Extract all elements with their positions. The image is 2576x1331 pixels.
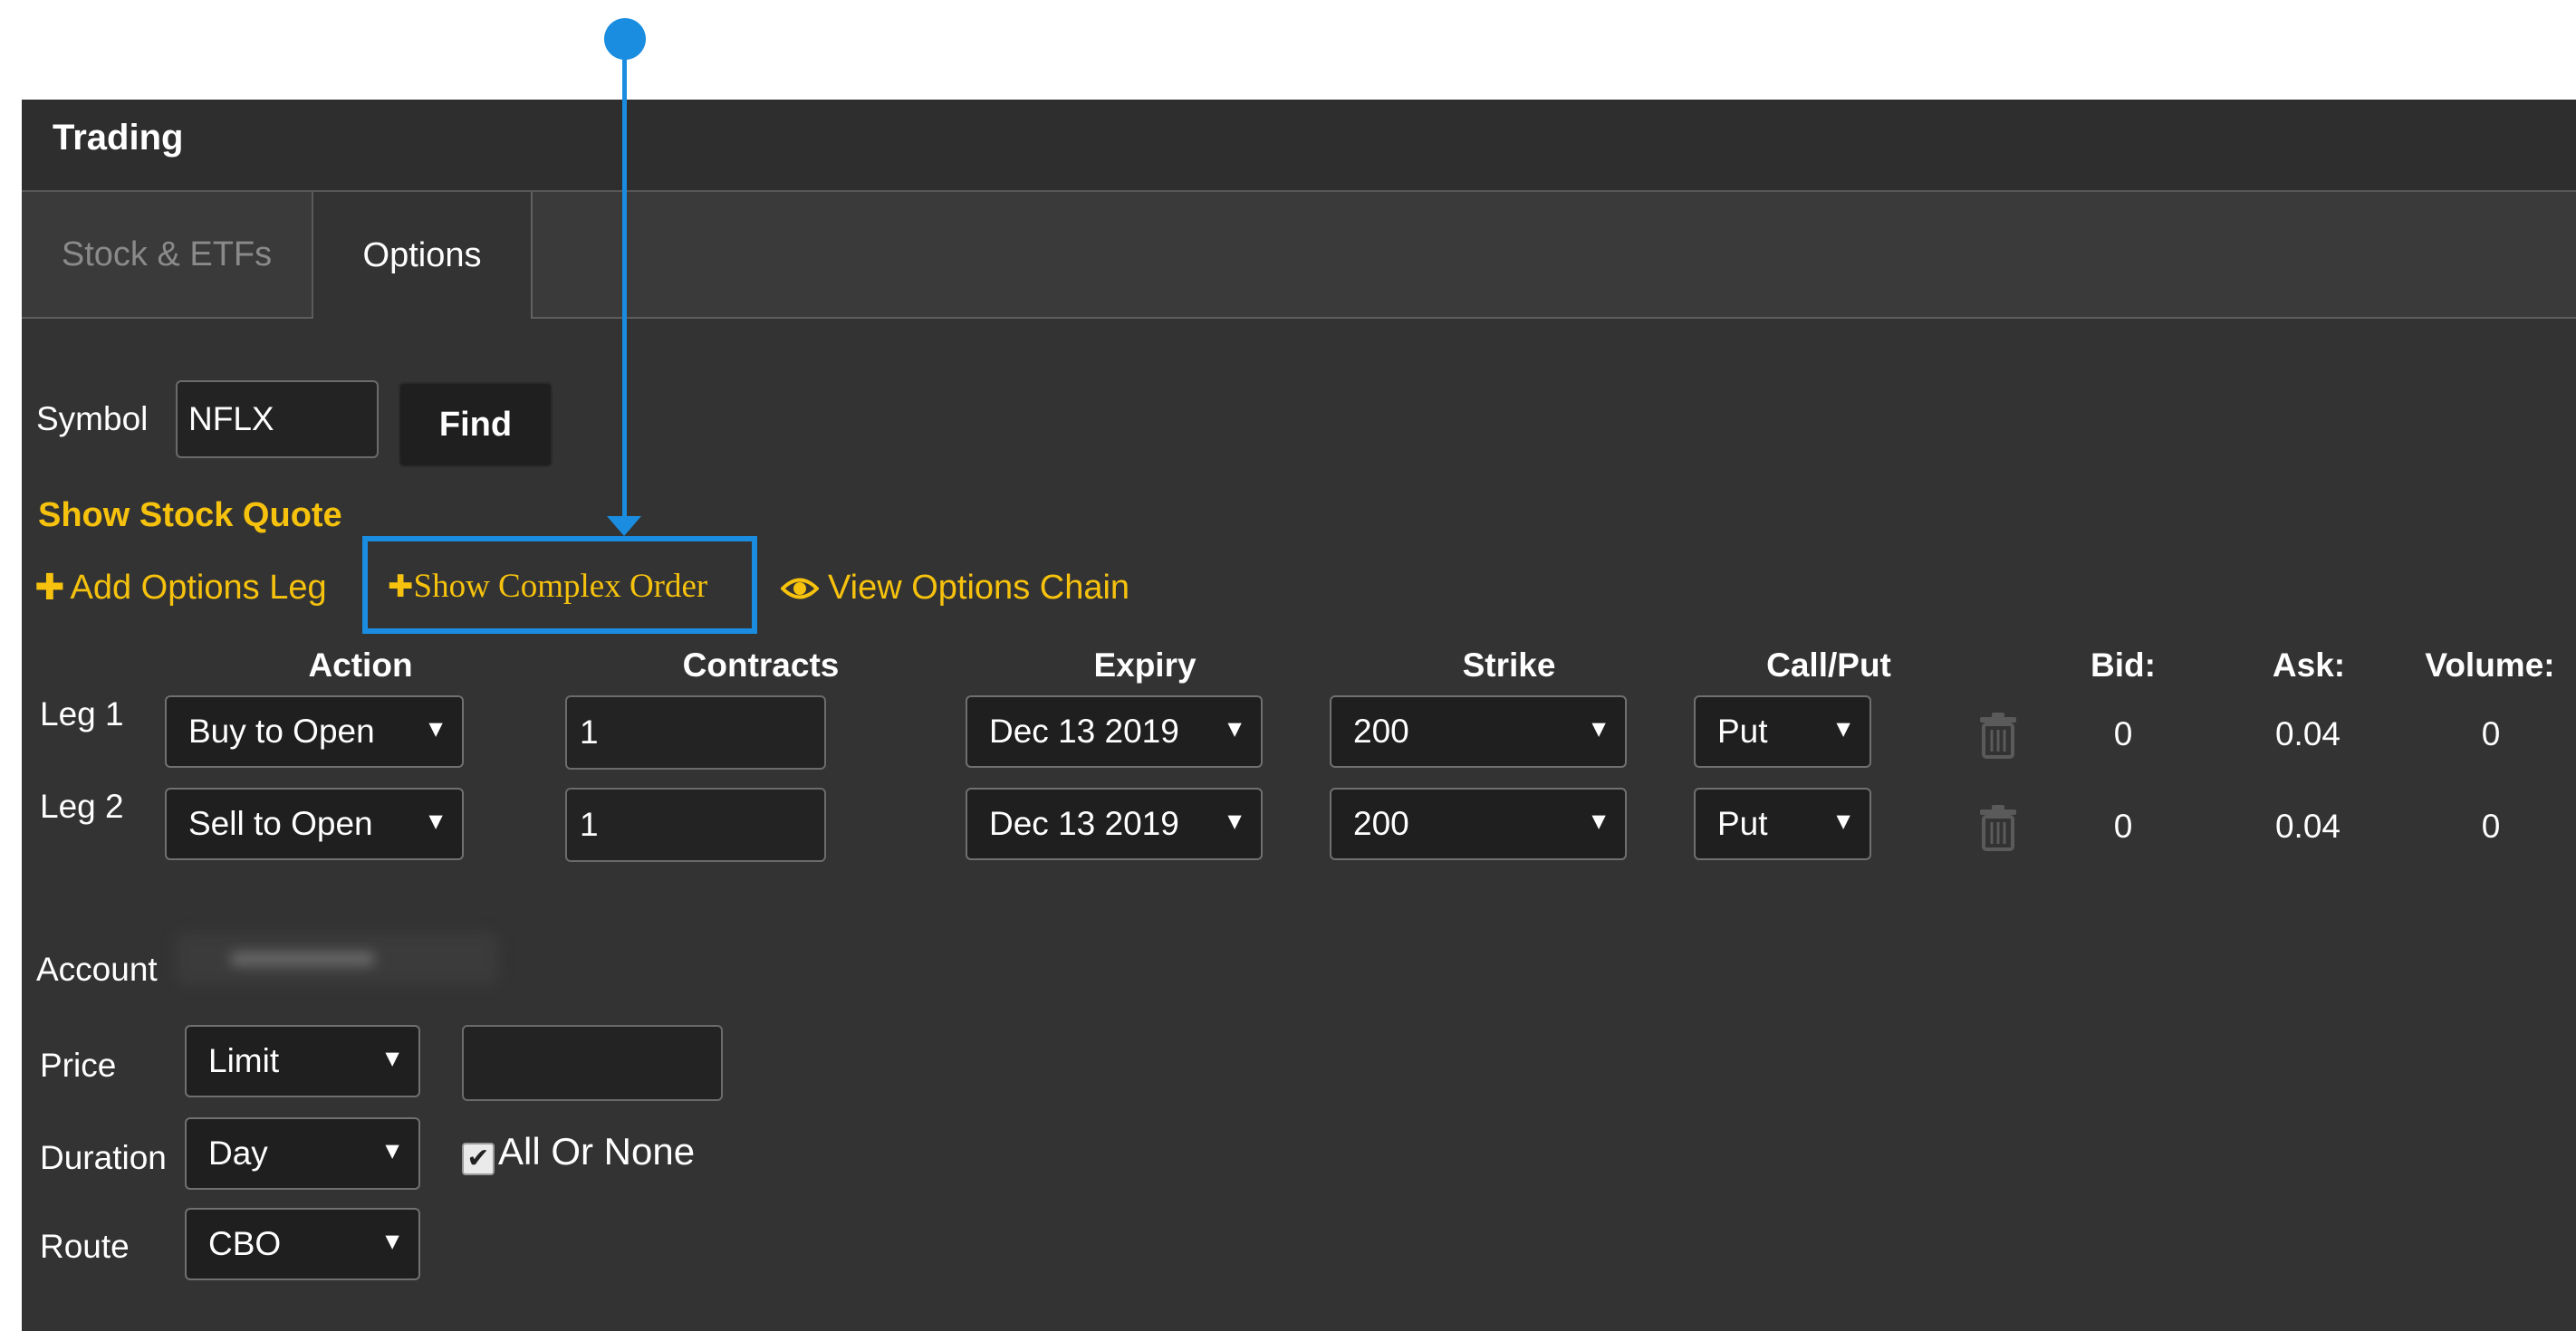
leg-label: Leg 2 [40, 788, 124, 825]
checkmark-icon: ✔ [466, 1144, 490, 1173]
header-bid: Bid: [2091, 646, 2156, 684]
leg-label: Leg 1 [40, 695, 124, 733]
header-action: Action [308, 646, 413, 684]
dropdown-arrow-icon: ▼ [1587, 714, 1610, 742]
leg-2-bid: 0 [2113, 808, 2133, 845]
leg-2-expiry-select[interactable]: Dec 13 2019 ▼ [966, 788, 1263, 860]
leg-2-callput-select[interactable]: Put ▼ [1694, 788, 1871, 860]
add-options-leg-label: Add Options Leg [70, 568, 327, 607]
leg-2-action-value: Sell to Open [188, 805, 373, 842]
panel-title: Trading [53, 118, 184, 158]
dropdown-arrow-icon: ▼ [380, 1044, 404, 1072]
add-options-leg-link[interactable]: ✚ Add Options Leg [34, 567, 327, 608]
callout-line [622, 40, 627, 520]
limit-price-input[interactable] [462, 1025, 723, 1101]
dropdown-arrow-icon: ▼ [1587, 807, 1610, 835]
dropdown-arrow-icon: ▼ [380, 1227, 404, 1255]
leg-1-bid: 0 [2113, 715, 2133, 752]
dropdown-arrow-icon: ▼ [1223, 714, 1246, 742]
leg-1-ask: 0.04 [2274, 715, 2341, 752]
dropdown-arrow-icon: ▼ [424, 714, 447, 742]
dropdown-arrow-icon: ▼ [424, 807, 447, 835]
leg-1-callput-value: Put [1717, 713, 1768, 750]
route-select[interactable]: CBO ▼ [185, 1208, 420, 1280]
duration-select[interactable]: Day ▼ [185, 1117, 420, 1190]
leg-1-expiry-select[interactable]: Dec 13 2019 ▼ [966, 695, 1263, 768]
eye-icon [781, 578, 819, 598]
leg-1-action-value: Buy to Open [188, 713, 375, 750]
trash-icon[interactable] [1978, 804, 2018, 851]
leg-2-strike-select[interactable]: 200 ▼ [1330, 788, 1627, 860]
duration-value: Day [208, 1135, 268, 1172]
price-label: Price [40, 1047, 117, 1084]
leg-2-ask: 0.04 [2274, 808, 2341, 845]
dropdown-arrow-icon: ▼ [1223, 807, 1246, 835]
leg-2-volume: 0 [2481, 808, 2501, 845]
leg-2-expiry-value: Dec 13 2019 [989, 805, 1179, 842]
header-volume: Volume: [2425, 646, 2555, 684]
leg-2-callput-value: Put [1717, 805, 1768, 842]
all-or-none-label: All Or None [498, 1130, 696, 1173]
account-label: Account [36, 951, 158, 988]
leg-1-strike-select[interactable]: 200 ▼ [1330, 695, 1627, 768]
show-stock-quote-link[interactable]: Show Stock Quote [38, 496, 342, 535]
route-value: CBO [208, 1225, 282, 1262]
leg-1-strike-value: 200 [1353, 713, 1409, 750]
leg-2-action-select[interactable]: Sell to Open ▼ [165, 788, 464, 860]
dropdown-arrow-icon: ▼ [1831, 714, 1855, 742]
plus-icon: ✚ [34, 568, 65, 608]
leg-1-contracts-input[interactable]: 1 [565, 695, 826, 770]
dropdown-arrow-icon: ▼ [1831, 807, 1855, 835]
tab-options[interactable]: Options [313, 192, 533, 319]
header-expiry: Expiry [1093, 646, 1197, 684]
dropdown-arrow-icon: ▼ [380, 1136, 404, 1164]
header-contracts: Contracts [682, 646, 840, 684]
header-ask: Ask: [2272, 646, 2346, 684]
tab-stock-etfs[interactable]: Stock & ETFs [22, 192, 313, 317]
account-select-redacted[interactable] [176, 933, 498, 985]
route-label: Route [40, 1228, 130, 1265]
price-type-value: Limit [208, 1042, 280, 1079]
duration-label: Duration [40, 1139, 167, 1176]
view-options-chain-link[interactable]: View Options Chain [781, 569, 1129, 608]
leg-2-contracts-input[interactable]: 1 [565, 788, 826, 862]
symbol-input[interactable]: NFLX [176, 380, 379, 458]
callout-arrowhead [607, 516, 641, 536]
symbol-label: Symbol [36, 400, 149, 437]
price-type-select[interactable]: Limit ▼ [185, 1025, 420, 1097]
all-or-none-checkbox[interactable]: ✔ [462, 1143, 495, 1175]
leg-1-action-select[interactable]: Buy to Open ▼ [165, 695, 464, 768]
header-strike: Strike [1462, 646, 1556, 684]
leg-1-volume: 0 [2481, 715, 2501, 752]
find-button[interactable]: Find [399, 382, 553, 467]
trash-icon[interactable] [1978, 712, 2018, 759]
leg-1-callput-select[interactable]: Put ▼ [1694, 695, 1871, 768]
show-complex-order-highlight [362, 536, 757, 634]
view-options-chain-label: View Options Chain [828, 569, 1130, 607]
tab-bar: Stock & ETFs Options [22, 192, 2576, 319]
leg-2-strike-value: 200 [1353, 805, 1409, 842]
header-callput: Call/Put [1766, 646, 1891, 684]
leg-1-expiry-value: Dec 13 2019 [989, 713, 1179, 750]
panel-title-bar: Trading [22, 100, 2576, 192]
